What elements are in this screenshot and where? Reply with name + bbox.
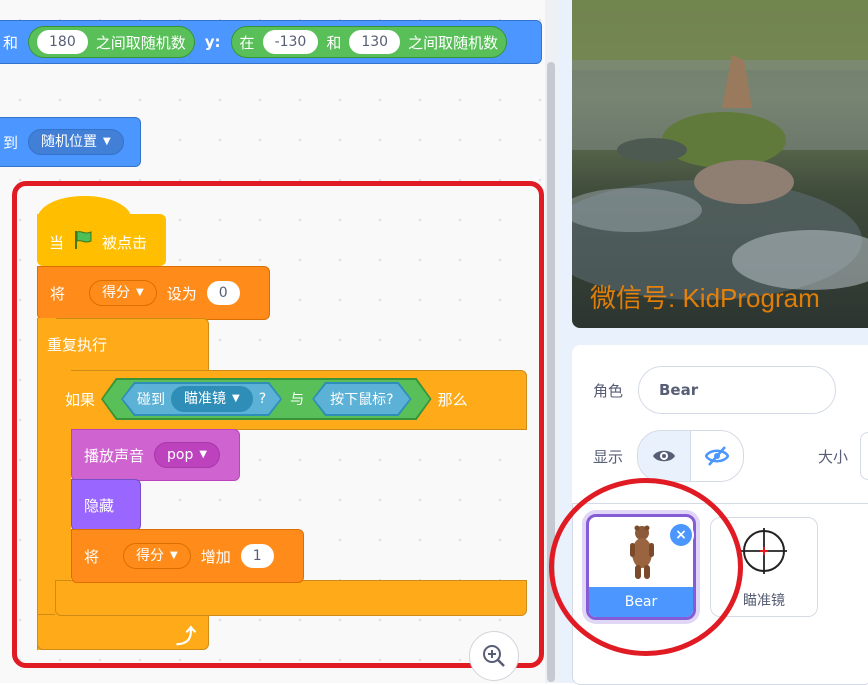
size-input[interactable]	[860, 432, 868, 480]
show-sprite-button[interactable]	[637, 430, 691, 482]
stage[interactable]: 微信号: KidProgram	[572, 0, 868, 328]
and-label-1: 和	[3, 33, 19, 52]
y-label: y:	[204, 33, 221, 51]
size-label: 大小	[818, 448, 849, 466]
zoom-in-button[interactable]	[469, 631, 519, 681]
goto-to-label: 到	[3, 133, 19, 152]
random-x-operator[interactable]: 180 之间取随机数	[28, 26, 195, 58]
random-y-min-input[interactable]: -130	[262, 30, 319, 54]
random-y-between-label: 之间取随机数	[408, 33, 499, 52]
goto-xy-block[interactable]: 和 180 之间取随机数 y: 在 -130 和 130 之间取随机数	[0, 20, 542, 64]
highlight-rectangle	[12, 181, 544, 668]
crosshair-sprite-icon	[741, 528, 787, 574]
goto-target-block[interactable]: 到 随机位置 ▼	[0, 117, 141, 167]
sprite-name-input[interactable]: Bear	[638, 366, 836, 414]
chevron-down-icon: ▼	[103, 136, 111, 147]
random-x-max-input[interactable]: 180	[37, 30, 88, 54]
goto-target-value: 随机位置	[41, 134, 98, 150]
sprite-name-label: 角色	[593, 382, 624, 400]
random-y-at-label: 在	[239, 33, 255, 52]
eye-icon	[653, 450, 675, 462]
hide-sprite-button[interactable]	[690, 430, 744, 482]
random-y-operator[interactable]: 在 -130 和 130 之间取随机数	[230, 26, 508, 58]
show-label: 显示	[593, 448, 624, 466]
stage-watermark: 微信号: KidProgram	[590, 283, 820, 313]
random-x-between-label: 之间取随机数	[95, 33, 186, 52]
highlight-circle	[549, 478, 743, 656]
zoom-in-icon	[483, 645, 505, 667]
eye-slash-icon	[705, 446, 729, 466]
goto-target-dropdown[interactable]: 随机位置 ▼	[28, 129, 124, 155]
random-y-and-label: 和	[326, 33, 342, 52]
random-y-max-input[interactable]: 130	[349, 30, 401, 54]
